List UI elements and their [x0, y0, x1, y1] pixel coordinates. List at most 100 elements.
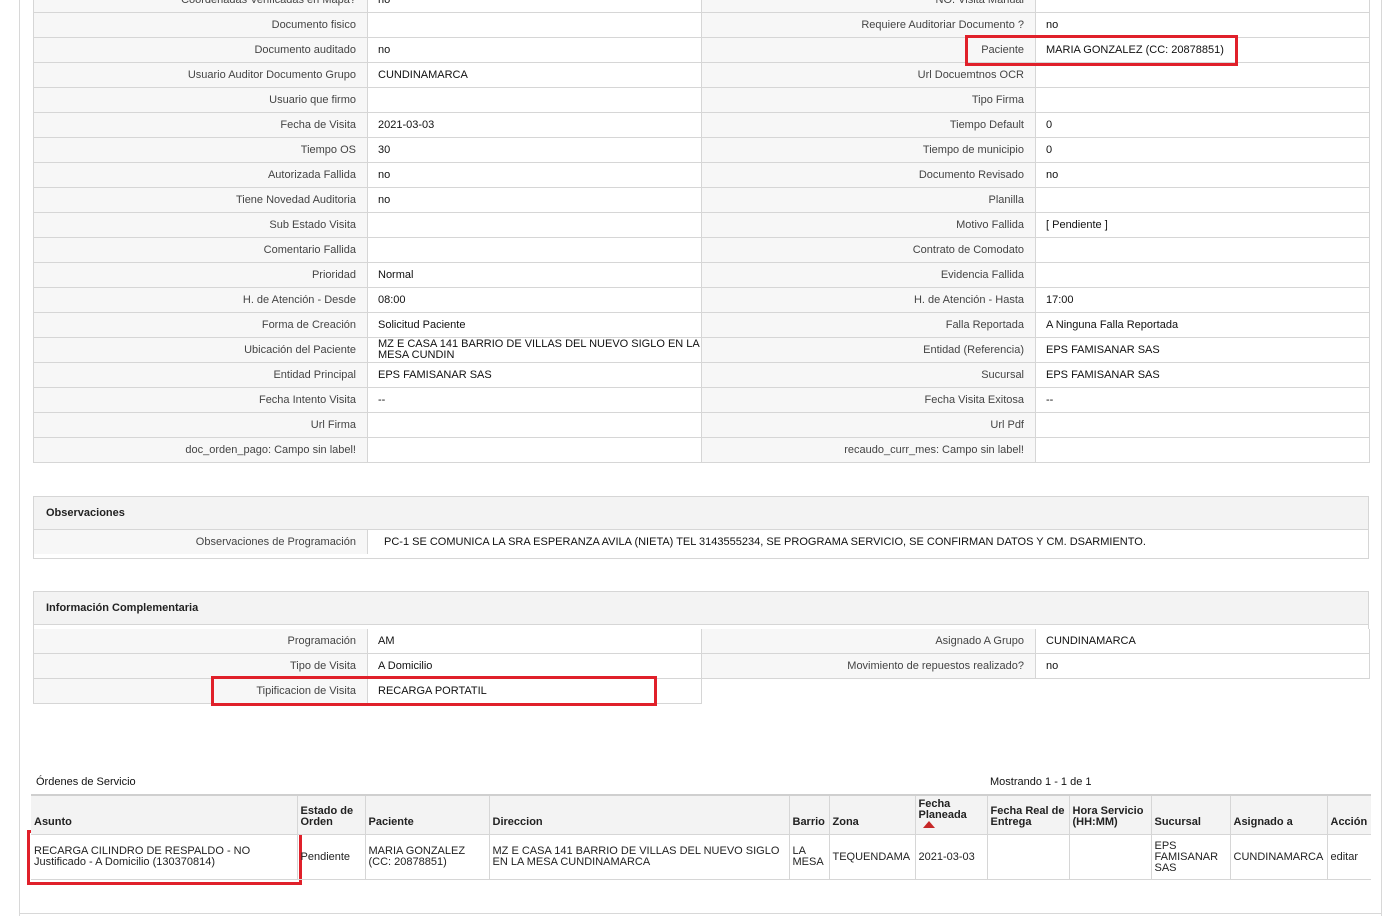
field-value: EPS FAMISANAR SAS [368, 363, 702, 387]
field-label: Prioridad [34, 263, 368, 287]
field-value: 0 [1036, 113, 1370, 137]
column-header[interactable]: Paciente [365, 794, 490, 835]
info-row: Tipo de Visita A Domicilio Movimiento de r… [34, 654, 1370, 679]
observaciones-title: Observaciones [34, 497, 1368, 530]
field-value: no [1036, 13, 1370, 37]
ordenes-title: Órdenes de Servicio [36, 776, 136, 788]
column-header[interactable]: Asignado a [1230, 794, 1328, 835]
field-label: Usuario que firmo [34, 88, 368, 112]
field-value: 2021-03-03 [368, 113, 702, 137]
detail-row: Ubicación del Paciente MZ E CASA 141 BARR… [34, 338, 1370, 363]
column-header-label: Asunto [34, 816, 72, 828]
field-value: 08:00 [368, 288, 702, 312]
info-value: AM [368, 629, 702, 653]
field-label: Comentario Fallida [34, 238, 368, 262]
field-value: EPS FAMISANAR SAS [1036, 363, 1370, 387]
field-value [368, 13, 702, 37]
column-header-label: Acción [1330, 816, 1368, 828]
field-label: Sub Estado Visita [34, 213, 368, 237]
field-label: doc_orden_pago: Campo sin label! [34, 438, 368, 462]
detail-row: Comentario Fallida Contrato de Comodato [34, 238, 1370, 263]
info-label: Asignado A Grupo [702, 629, 1036, 653]
table-cell: TEQUENDAMA [829, 834, 916, 880]
table-cell: MARIA GONZALEZ (CC: 20878851) [365, 834, 490, 880]
ordenes-table: Asunto Estado de Orden Paciente Direccion Ba… [31, 794, 1371, 880]
field-value: EPS FAMISANAR SAS [1036, 338, 1370, 362]
field-value: CUNDINAMARCA [368, 63, 702, 87]
detail-row: Usuario Auditor Documento Grupo CUNDINAMA… [34, 63, 1370, 88]
field-label: Fecha Intento Visita [34, 388, 368, 412]
detail-row: Usuario que firmo Tipo Firma [34, 88, 1370, 113]
info-complementaria-section: Información Complementaria [33, 591, 1369, 629]
table-cell: Pendiente [297, 834, 366, 880]
sort-ascending-icon[interactable] [922, 821, 935, 828]
info-row: Tipificacion de Visita RECARGA PORTATIL [34, 679, 702, 704]
field-value [1036, 438, 1370, 462]
field-value [1036, 413, 1370, 437]
detail-row: Documento fisico Requiere Auditoriar Docu… [34, 13, 1370, 38]
column-header[interactable]: Asunto [31, 794, 298, 835]
field-value: no [1036, 163, 1370, 187]
field-value: [ Pendiente ] [1036, 213, 1370, 237]
column-header-label: Barrio [792, 816, 825, 828]
detail-row: Tiene Novedad Auditoria no Planilla [34, 188, 1370, 213]
visit-detail-grid: Coordenadas Verificadas en Mapa? no NO. Vi… [33, 0, 1370, 463]
field-label: Tiempo Default [702, 113, 1036, 137]
field-value [368, 88, 702, 112]
frame-right-border [1381, 0, 1382, 916]
column-header-label: Paciente [368, 816, 414, 828]
table-cell: 2021-03-03 [915, 834, 988, 880]
field-value [1036, 0, 1370, 12]
detail-row: doc_orden_pago: Campo sin label! recaudo_… [34, 438, 1370, 463]
field-value: Solicitud Paciente [368, 313, 702, 337]
column-header-label: Zona [832, 816, 859, 828]
column-header[interactable]: Hora Servicio (HH:MM) [1069, 794, 1152, 835]
field-label: Autorizada Fallida [34, 163, 368, 187]
column-header[interactable]: Direccion [489, 794, 790, 835]
info-value: A Domicilio [368, 654, 702, 678]
field-label: Url Docuemtnos OCR [702, 63, 1036, 87]
info-complementaria-grid: Programación AM Asignado A Grupo CUNDINAMAR… [33, 629, 1370, 704]
field-label: Entidad (Referencia) [702, 338, 1036, 362]
field-label: Url Pdf [702, 413, 1036, 437]
info-label: Movimiento de repuestos realizado? [702, 654, 1036, 678]
field-value [1036, 188, 1370, 212]
field-label: NO. Visita Manual [702, 0, 1036, 12]
column-header[interactable]: Acción [1327, 794, 1371, 835]
observaciones-value: PC-1 SE COMUNICA LA SRA ESPERANZA AVILA … [368, 530, 1368, 554]
table-row: RECARGA CILINDRO DE RESPALDO - NO Justif… [31, 834, 1371, 880]
field-value [1036, 63, 1370, 87]
field-value [1036, 88, 1370, 112]
field-value: no [368, 38, 702, 62]
detail-row: Coordenadas Verificadas en Mapa? no NO. Vi… [34, 0, 1370, 13]
table-cell [1069, 834, 1152, 880]
detail-row: Autorizada Fallida no Documento Revisado no [34, 163, 1370, 188]
frame-bottom-border [19, 913, 1382, 914]
column-header[interactable]: Estado de Orden [297, 794, 366, 835]
column-header[interactable]: Barrio [789, 794, 830, 835]
column-header[interactable]: Fecha Real de Entrega [987, 794, 1070, 835]
column-header[interactable]: Zona [829, 794, 916, 835]
field-value [1036, 238, 1370, 262]
field-value: 0 [1036, 138, 1370, 162]
observaciones-section: Observaciones Observaciones de Programac… [33, 496, 1369, 559]
editar-link[interactable]: editar [1331, 851, 1359, 863]
field-label: H. de Atención - Desde [34, 288, 368, 312]
field-label: Tiempo OS [34, 138, 368, 162]
info-label: Tipificacion de Visita [34, 679, 368, 703]
field-value: MZ E CASA 141 BARRIO DE VILLAS DEL NUEVO… [368, 338, 702, 362]
field-label: Motivo Fallida [702, 213, 1036, 237]
field-label: Fecha de Visita [34, 113, 368, 137]
column-header-label: Fecha Real de Entrega [990, 805, 1065, 828]
field-label: Entidad Principal [34, 363, 368, 387]
column-header[interactable]: Fecha Planeada [915, 794, 988, 835]
table-cell: LA MESA [789, 834, 830, 880]
field-value: Normal [368, 263, 702, 287]
field-value: A Ninguna Falla Reportada [1036, 313, 1370, 337]
ordenes-count: Mostrando 1 - 1 de 1 [990, 776, 1092, 788]
field-label: Url Firma [34, 413, 368, 437]
field-value: -- [368, 388, 702, 412]
field-value: 17:00 [1036, 288, 1370, 312]
column-header[interactable]: Sucursal [1151, 794, 1231, 835]
info-value: no [1036, 654, 1370, 678]
